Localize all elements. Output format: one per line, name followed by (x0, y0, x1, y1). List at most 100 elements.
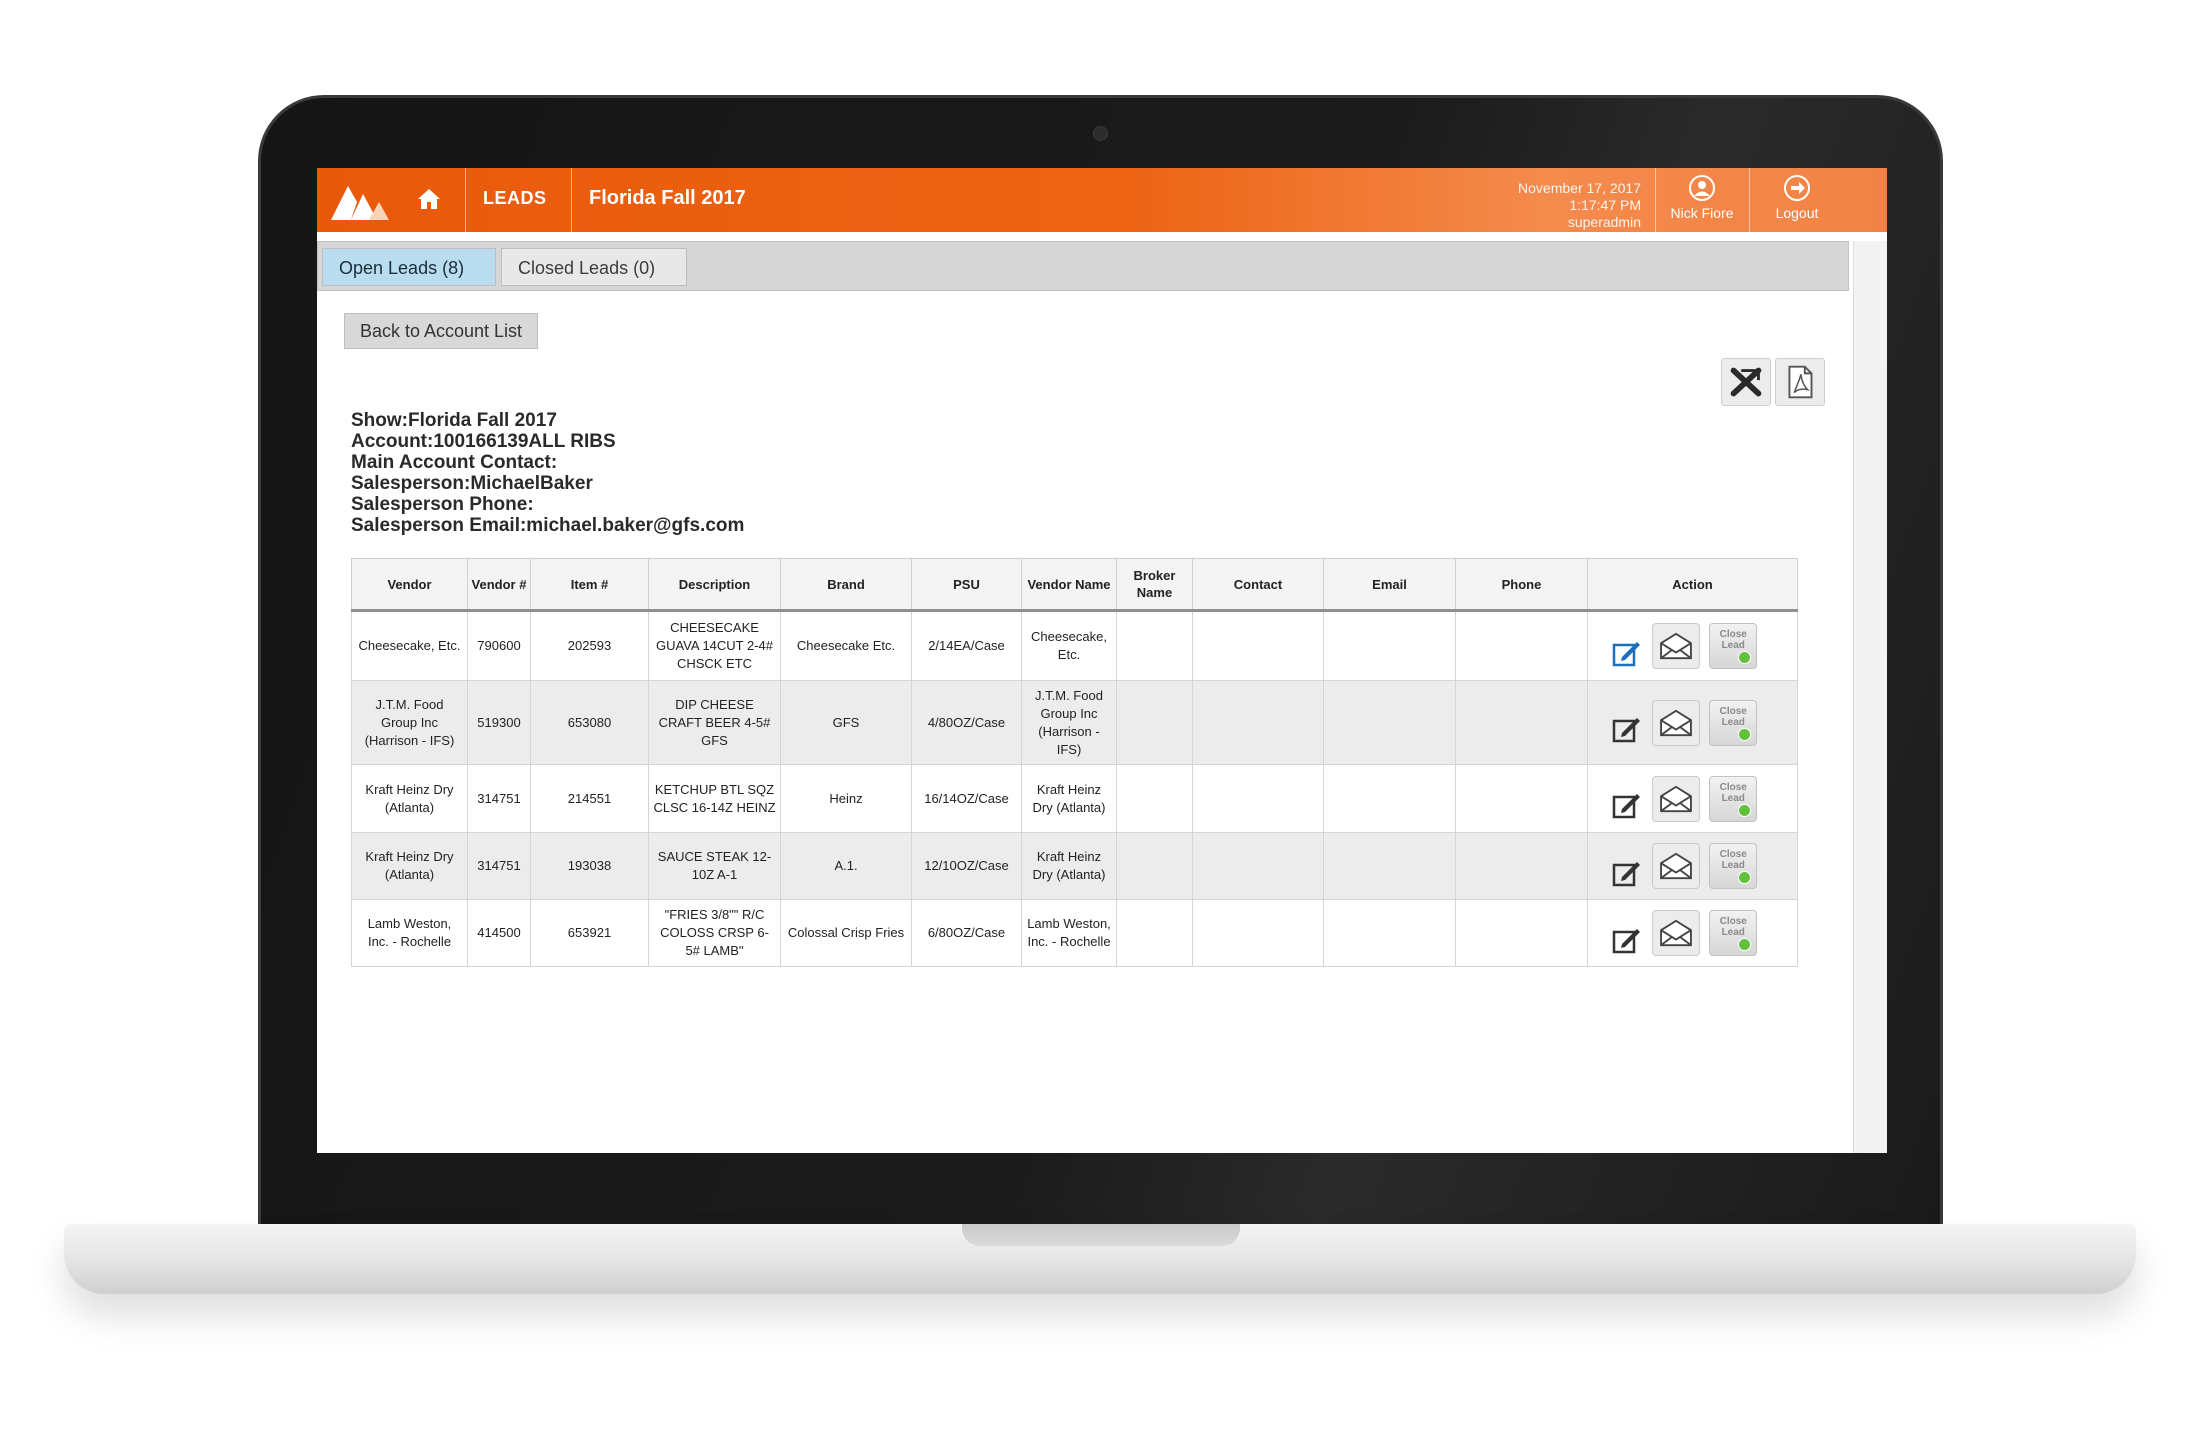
close-lead-label: Close (1719, 705, 1747, 717)
cell-email (1323, 764, 1456, 833)
email-lead-button[interactable] (1651, 843, 1700, 889)
edit-lead-button[interactable] (1612, 620, 1642, 673)
cell-phone (1455, 899, 1588, 967)
table-row: Kraft Heinz Dry (Atlanta) 314751 214551 … (351, 764, 1798, 833)
cell-actions: Close Lead (1587, 832, 1798, 900)
scrollbar-track[interactable] (1853, 241, 1887, 1153)
column-header[interactable]: PSU (911, 558, 1022, 612)
column-header[interactable]: Vendor # (467, 558, 531, 612)
cell-psu: 6/80OZ/Case (911, 899, 1022, 967)
close-lead-label: Lead (1721, 716, 1745, 728)
cell-vendor-name: Kraft Heinz Dry (Atlanta) (1021, 764, 1117, 833)
tab-closed-leads[interactable]: Closed Leads (0) (501, 248, 687, 286)
close-lead-label: Lead (1721, 640, 1745, 651)
cell-item-number: 193038 (530, 832, 649, 900)
check-icon (1738, 938, 1752, 951)
cell-email (1323, 680, 1456, 765)
column-header[interactable]: Broker Name (1116, 558, 1193, 612)
info-main-contact: Main Account Contact: (351, 452, 558, 473)
edit-icon (1612, 861, 1640, 886)
cell-vendor-number: 314751 (467, 832, 531, 900)
cell-psu: 2/14EA/Case (911, 610, 1022, 681)
logout-button[interactable]: Logout (1757, 168, 1837, 232)
cell-email (1323, 610, 1456, 681)
screen: LEADS Florida Fall 2017 November 17, 201… (317, 168, 1887, 1153)
user-profile-button[interactable]: Nick Fiore (1662, 168, 1742, 232)
close-lead-label: Lead (1721, 927, 1745, 938)
cell-phone (1455, 610, 1588, 681)
cell-email (1323, 832, 1456, 900)
cell-vendor-name: Cheesecake, Etc. (1021, 610, 1117, 681)
edit-lead-button[interactable] (1612, 772, 1642, 825)
nav-divider (1749, 168, 1750, 232)
lead-tabs: Open Leads (8) Closed Leads (0) (317, 241, 1849, 291)
app-logo[interactable] (331, 180, 389, 220)
table-row: Cheesecake, Etc. 790600 202593 CHEESECAK… (351, 610, 1798, 681)
email-lead-button[interactable] (1651, 699, 1700, 746)
close-lead-label: Close (1719, 781, 1747, 793)
export-pdf-button[interactable] (1775, 358, 1825, 406)
column-header[interactable]: Contact (1192, 558, 1324, 612)
cell-broker-name (1116, 680, 1193, 765)
logout-label: Logout (1775, 205, 1819, 221)
edit-lead-button[interactable] (1612, 907, 1642, 960)
cell-item-number: 214551 (530, 764, 649, 833)
close-lead-label: Close (1719, 916, 1747, 927)
check-icon (1738, 727, 1752, 741)
user-icon (1689, 175, 1715, 201)
email-lead-button[interactable] (1651, 623, 1700, 669)
close-lead-button[interactable]: Close Lead (1709, 699, 1758, 746)
edit-lead-button[interactable] (1612, 840, 1642, 893)
cell-psu: 12/10OZ/Case (911, 832, 1022, 900)
user-role: superadmin (1567, 214, 1641, 230)
info-account: Account:100166139ALL RIBS (351, 431, 616, 452)
table-row: Kraft Heinz Dry (Atlanta) 314751 193038 … (351, 832, 1798, 900)
close-lead-button[interactable]: Close Lead (1709, 910, 1758, 956)
column-header[interactable]: Vendor (351, 558, 468, 612)
laptop-base-notch (962, 1224, 1240, 1246)
close-lead-button[interactable]: Close Lead (1709, 843, 1758, 889)
cell-description: DIP CHEESE CRAFT BEER 4-5# GFS (648, 680, 781, 765)
cell-vendor-number: 519300 (467, 680, 531, 765)
cell-vendor: Lamb Weston, Inc. - Rochelle (351, 899, 468, 967)
close-lead-button[interactable]: Close Lead (1709, 623, 1758, 669)
datetime-display: November 17, 2017 1:17:47 PM superadmin (1518, 180, 1641, 231)
column-header[interactable]: Phone (1455, 558, 1588, 612)
close-lead-button[interactable]: Close Lead (1709, 775, 1758, 822)
cell-psu: 16/14OZ/Case (911, 764, 1022, 833)
column-header[interactable]: Description (648, 558, 781, 612)
cell-contact (1192, 680, 1324, 765)
mail-icon (1659, 919, 1692, 947)
cell-psu: 4/80OZ/Case (911, 680, 1022, 765)
column-header[interactable]: Brand (780, 558, 912, 612)
home-icon[interactable] (417, 188, 441, 210)
cell-vendor: Kraft Heinz Dry (Atlanta) (351, 832, 468, 900)
nav-divider (571, 168, 572, 232)
edit-lead-button[interactable] (1612, 696, 1642, 749)
cell-broker-name (1116, 899, 1193, 967)
table-row: Lamb Weston, Inc. - Rochelle 414500 6539… (351, 899, 1798, 967)
cell-brand: A.1. (780, 832, 912, 900)
email-lead-button[interactable] (1651, 775, 1700, 822)
account-info: Show:Florida Fall 2017 Account:100166139… (351, 410, 744, 536)
cell-phone (1455, 680, 1588, 765)
cell-item-number: 653080 (530, 680, 649, 765)
nav-leads-link[interactable]: LEADS (483, 188, 547, 209)
column-header[interactable]: Item # (530, 558, 649, 612)
back-to-account-list-button[interactable]: Back to Account List (344, 313, 538, 349)
table-row: J.T.M. Food Group Inc (Harrison - IFS) 5… (351, 680, 1798, 765)
email-lead-button[interactable] (1651, 910, 1700, 956)
column-header[interactable]: Vendor Name (1021, 558, 1117, 612)
cell-description: "FRIES 3/8"" R/C COLOSS CRSP 6-5# LAMB" (648, 899, 781, 967)
table-header-row: Vendor Vendor # Item # Description Brand… (351, 558, 1798, 612)
tab-open-leads[interactable]: Open Leads (8) (322, 248, 496, 286)
user-name: Nick Fiore (1670, 205, 1734, 221)
excel-icon (1730, 367, 1762, 397)
info-salesperson-email: Salesperson Email:michael.baker@gfs.com (351, 515, 745, 536)
logout-icon (1784, 175, 1810, 201)
export-excel-button[interactable] (1721, 358, 1771, 406)
cell-contact (1192, 832, 1324, 900)
mail-icon (1659, 852, 1692, 880)
close-lead-label: Close (1719, 629, 1747, 640)
column-header[interactable]: Email (1323, 558, 1456, 612)
